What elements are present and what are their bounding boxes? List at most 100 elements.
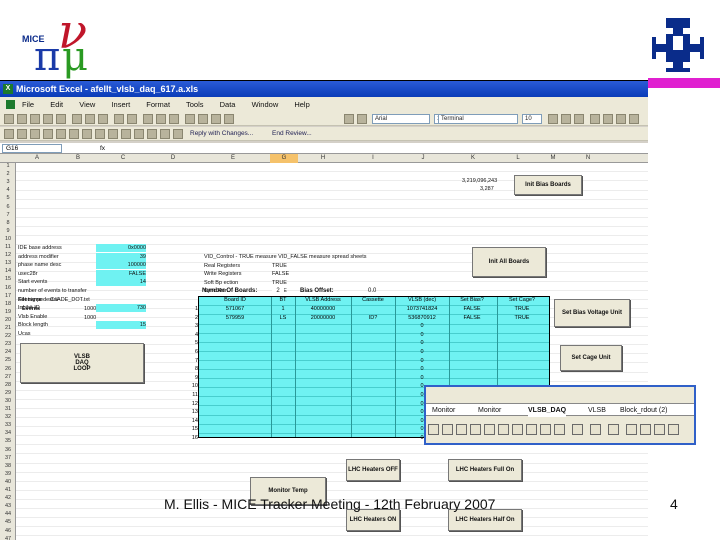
table-cell[interactable]: LS bbox=[270, 315, 296, 321]
lhc-heaters-full-on-button[interactable]: LHC Heaters Full On bbox=[448, 459, 522, 481]
font-color-icon[interactable] bbox=[608, 424, 619, 435]
table-cell[interactable]: ID? bbox=[350, 315, 396, 321]
row-header[interactable]: 42 bbox=[0, 495, 16, 501]
column-header[interactable]: D bbox=[148, 154, 198, 163]
row-header[interactable]: 10 bbox=[0, 236, 16, 242]
sort-ascending-icon[interactable] bbox=[156, 114, 166, 124]
row-header[interactable]: 36 bbox=[0, 447, 16, 453]
events-value[interactable]: 1000 bbox=[84, 314, 96, 322]
row-header[interactable]: 4 bbox=[0, 187, 16, 193]
italic-icon-2[interactable] bbox=[561, 114, 571, 124]
control-value[interactable]: TRUE bbox=[272, 262, 296, 270]
table-cell[interactable]: 1 bbox=[270, 306, 296, 312]
review-icon-5[interactable] bbox=[56, 129, 66, 139]
column-header[interactable]: H bbox=[298, 154, 348, 163]
row-header[interactable]: 20 bbox=[0, 317, 16, 323]
row-header[interactable]: 2 bbox=[0, 171, 16, 177]
parameter-value[interactable]: 730 bbox=[96, 304, 146, 313]
row-header[interactable]: 1 bbox=[0, 163, 16, 169]
row-header[interactable]: 28 bbox=[0, 382, 16, 388]
font-select-terminal[interactable]: Terminal bbox=[438, 114, 518, 124]
row-header[interactable]: 5 bbox=[0, 195, 16, 201]
italic-icon[interactable] bbox=[357, 114, 367, 124]
row-header[interactable]: 22 bbox=[0, 333, 16, 339]
lhc-heaters-on-button[interactable]: LHC Heaters ON bbox=[346, 509, 400, 531]
copy-icon[interactable] bbox=[85, 114, 95, 124]
row-header[interactable]: 25 bbox=[0, 357, 16, 363]
parameter-value[interactable]: FALSE bbox=[96, 269, 146, 278]
row-header[interactable]: 37 bbox=[0, 455, 16, 461]
vlsb-daq-loop-button[interactable]: VLSB DAQ LOOP bbox=[20, 343, 144, 383]
menu-tools[interactable]: Tools bbox=[186, 100, 204, 109]
table-cell[interactable]: FALSE bbox=[448, 306, 496, 312]
review-icon-4[interactable] bbox=[43, 129, 53, 139]
menu-insert[interactable]: Insert bbox=[111, 100, 130, 109]
table-cell[interactable]: 0 bbox=[396, 323, 448, 329]
wordart-icon[interactable] bbox=[484, 424, 495, 435]
menu-file[interactable]: File bbox=[22, 100, 34, 109]
init-all-boards-button[interactable]: Init All Boards bbox=[472, 247, 546, 277]
menu-view[interactable]: View bbox=[79, 100, 95, 109]
column-header[interactable]: E bbox=[198, 154, 268, 163]
parameter-value[interactable]: 39 bbox=[96, 252, 146, 261]
review-icon-11[interactable] bbox=[134, 129, 144, 139]
column-header-active[interactable]: G bbox=[270, 154, 298, 163]
row-header[interactable]: 38 bbox=[0, 463, 16, 469]
name-box[interactable]: G16 bbox=[2, 144, 62, 153]
sheet-tab[interactable]: Block_rdout (2) bbox=[620, 404, 667, 417]
row-header[interactable]: 35 bbox=[0, 438, 16, 444]
column-header[interactable]: B bbox=[58, 154, 98, 163]
oval-icon[interactable] bbox=[456, 424, 467, 435]
merge-icon[interactable] bbox=[629, 114, 639, 124]
table-cell[interactable]: FALSE bbox=[448, 315, 496, 321]
end-review-button[interactable]: End Review... bbox=[272, 129, 312, 139]
table-cell[interactable]: 0 bbox=[396, 358, 448, 364]
set-bias-voltage-button[interactable]: Set Bias Voltage Unit bbox=[554, 299, 630, 327]
number-of-boards-input[interactable]: 2 bbox=[272, 287, 284, 295]
3d-icon[interactable] bbox=[554, 424, 565, 435]
underline-icon[interactable] bbox=[574, 114, 584, 124]
rectangle-icon[interactable] bbox=[442, 424, 453, 435]
sheet-tab-active[interactable]: VLSB_DAQ bbox=[528, 404, 567, 417]
table-cell[interactable]: TRUE bbox=[496, 306, 548, 312]
table-cell[interactable]: 536870912 bbox=[396, 315, 448, 321]
menu-window[interactable]: Window bbox=[252, 100, 279, 109]
new-icon[interactable] bbox=[4, 114, 14, 124]
open-icon[interactable] bbox=[17, 114, 27, 124]
row-header[interactable]: 26 bbox=[0, 366, 16, 372]
dash-style-icon[interactable] bbox=[640, 424, 651, 435]
row-header[interactable]: 11 bbox=[0, 244, 16, 250]
fx-icon[interactable]: fx bbox=[100, 143, 105, 154]
table-cell[interactable]: TRUE bbox=[496, 315, 548, 321]
arrow-style-icon[interactable] bbox=[654, 424, 665, 435]
align-left-icon[interactable] bbox=[590, 114, 600, 124]
row-header[interactable]: 31 bbox=[0, 406, 16, 412]
print-icon[interactable] bbox=[43, 114, 53, 124]
init-bias-boards-button[interactable]: Init Bias Boards bbox=[514, 175, 582, 195]
review-icon-14[interactable] bbox=[173, 129, 183, 139]
sheet-tab[interactable]: Monitor bbox=[478, 404, 501, 417]
row-header[interactable]: 34 bbox=[0, 430, 16, 436]
clipart-icon[interactable] bbox=[512, 424, 523, 435]
table-cell[interactable]: 0 bbox=[396, 375, 448, 381]
review-icon-12[interactable] bbox=[147, 129, 157, 139]
diagram-icon[interactable] bbox=[498, 424, 509, 435]
window-titlebar[interactable]: X Microsoft Excel - afeIIt_vlsb_daq_617.… bbox=[0, 81, 648, 97]
column-header[interactable]: I bbox=[348, 154, 398, 163]
review-icon-2[interactable] bbox=[17, 129, 27, 139]
table-cell[interactable]: 0 bbox=[396, 366, 448, 372]
table-cell[interactable]: 0 bbox=[396, 340, 448, 346]
row-header[interactable]: 47 bbox=[0, 536, 16, 540]
events-value[interactable]: 1000 bbox=[84, 305, 96, 313]
line-color-icon[interactable] bbox=[590, 424, 601, 435]
menu-help[interactable]: Help bbox=[294, 100, 309, 109]
cell-value[interactable]: 3,219,096,243 bbox=[462, 177, 497, 185]
paste-icon[interactable] bbox=[98, 114, 108, 124]
row-header[interactable]: 9 bbox=[0, 228, 16, 234]
parameter-value[interactable]: 0x0000 bbox=[96, 244, 146, 252]
row-header[interactable]: 24 bbox=[0, 349, 16, 355]
parameter-value[interactable]: 100000 bbox=[96, 261, 146, 270]
line-style-icon[interactable] bbox=[626, 424, 637, 435]
row-header[interactable]: 27 bbox=[0, 374, 16, 380]
align-center-icon[interactable] bbox=[603, 114, 613, 124]
